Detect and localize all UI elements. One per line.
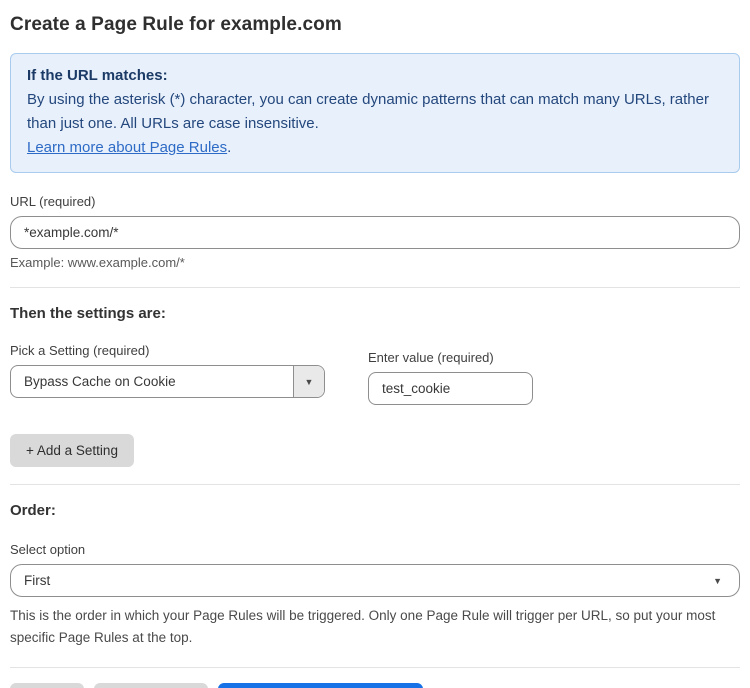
- section-divider: [10, 287, 740, 288]
- info-box-heading: If the URL matches:: [27, 64, 723, 88]
- info-box-link-line: Learn more about Page Rules.: [27, 136, 723, 160]
- value-column: Enter value (required): [368, 322, 533, 405]
- learn-more-link[interactable]: Learn more about Page Rules: [27, 139, 227, 156]
- value-label: Enter value (required): [368, 350, 533, 365]
- save-and-deploy-button[interactable]: Save and Deploy Page Rule: [218, 683, 424, 688]
- setting-column: Pick a Setting (required) Bypass Cache o…: [10, 322, 325, 405]
- order-help-text: This is the order in which your Page Rul…: [10, 605, 740, 649]
- footer-divider: [10, 667, 740, 668]
- setting-select[interactable]: Bypass Cache on Cookie ▼: [10, 365, 325, 398]
- section-divider: [10, 484, 740, 485]
- create-page-rule-form: Create a Page Rule for example.com If th…: [0, 0, 750, 688]
- save-as-draft-button[interactable]: Save as Draft: [94, 683, 208, 688]
- order-select-value: First: [24, 573, 50, 588]
- link-period: .: [227, 139, 231, 156]
- chevron-down-icon: ▼: [713, 576, 722, 586]
- settings-row: Pick a Setting (required) Bypass Cache o…: [10, 322, 740, 405]
- url-match-info-box: If the URL matches: By using the asteris…: [10, 53, 740, 173]
- chevron-down-icon: ▼: [305, 377, 314, 387]
- url-label: URL (required): [10, 194, 740, 209]
- page-title: Create a Page Rule for example.com: [10, 14, 740, 36]
- setting-select-arrow-button[interactable]: ▼: [293, 366, 324, 397]
- setting-select-value: Bypass Cache on Cookie: [11, 366, 293, 397]
- order-select-label: Select option: [10, 542, 740, 557]
- settings-heading: Then the settings are:: [10, 305, 740, 322]
- cancel-button[interactable]: Cancel: [10, 683, 84, 688]
- setting-label: Pick a Setting (required): [10, 343, 325, 358]
- url-input[interactable]: [10, 216, 740, 249]
- add-setting-button[interactable]: + Add a Setting: [10, 434, 134, 467]
- footer-actions: Cancel Save as Draft Save and Deploy Pag…: [10, 683, 740, 688]
- url-example-text: Example: www.example.com/*: [10, 255, 740, 270]
- order-select[interactable]: First ▼: [10, 564, 740, 597]
- info-box-body: By using the asterisk (*) character, you…: [27, 88, 723, 136]
- order-heading: Order:: [10, 502, 740, 519]
- setting-value-input[interactable]: [368, 372, 533, 405]
